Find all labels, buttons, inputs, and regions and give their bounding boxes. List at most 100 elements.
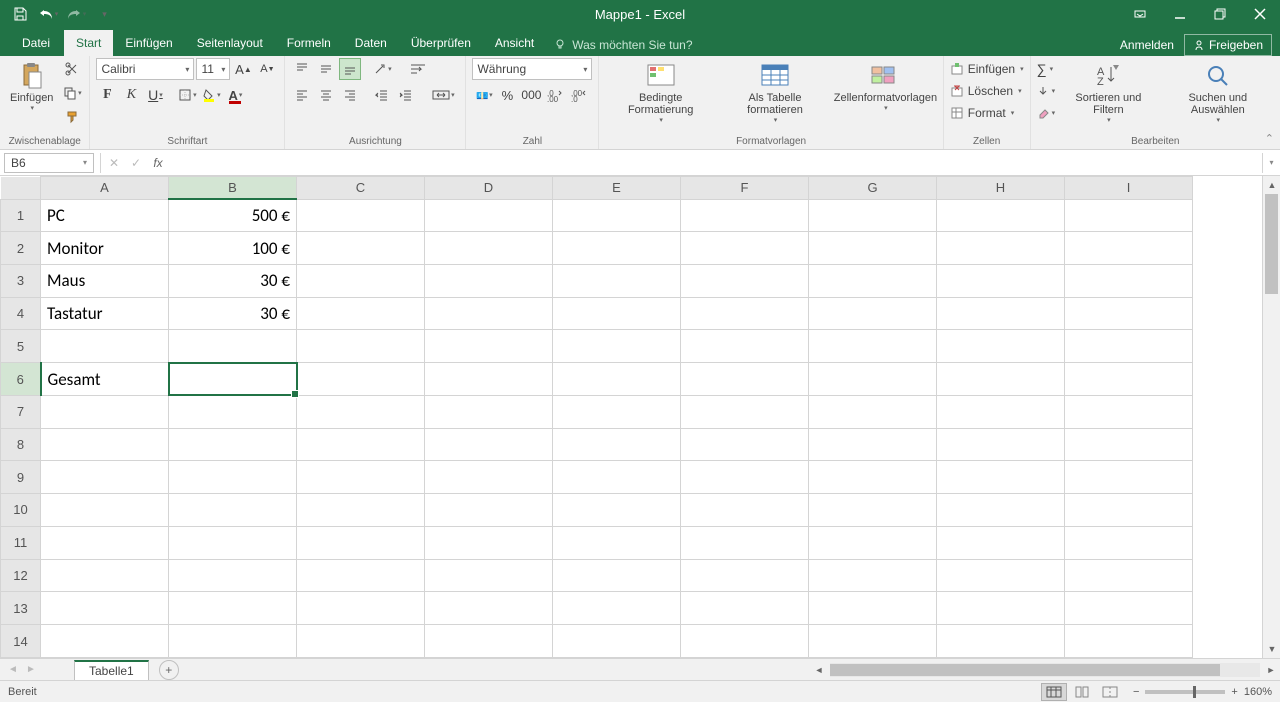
zoom-out-button[interactable]: − <box>1133 686 1139 698</box>
cell-A13[interactable] <box>41 592 169 625</box>
cell-C10[interactable] <box>297 494 425 527</box>
cell-B8[interactable] <box>169 428 297 461</box>
cell-A8[interactable] <box>41 428 169 461</box>
fill-button[interactable]: ▾ <box>1037 80 1056 102</box>
thousand-sep-button[interactable]: 000 <box>520 84 542 106</box>
italic-button[interactable]: K <box>120 84 142 106</box>
cell-E9[interactable] <box>553 461 681 494</box>
underline-button[interactable]: U▾ <box>144 84 166 106</box>
cell-G7[interactable] <box>809 395 937 428</box>
cell-A1[interactable]: PC <box>41 199 169 232</box>
cell-H12[interactable] <box>937 559 1065 592</box>
cell-A9[interactable] <box>41 461 169 494</box>
cell-H1[interactable] <box>937 199 1065 232</box>
cell-E8[interactable] <box>553 428 681 461</box>
tab-file[interactable]: Datei <box>8 30 64 56</box>
tab-view[interactable]: Ansicht <box>483 30 546 56</box>
cell-F4[interactable] <box>681 297 809 330</box>
cell-D1[interactable] <box>425 199 553 232</box>
cell-H10[interactable] <box>937 494 1065 527</box>
cell-A12[interactable] <box>41 559 169 592</box>
font-color-button[interactable]: A▾ <box>224 84 246 106</box>
ribbon-options-icon[interactable] <box>1120 0 1160 28</box>
cell-F12[interactable] <box>681 559 809 592</box>
page-layout-view-button[interactable] <box>1069 683 1095 701</box>
col-header-B[interactable]: B <box>169 177 297 200</box>
percent-button[interactable]: % <box>496 84 518 106</box>
cell-H14[interactable] <box>937 625 1065 658</box>
accounting-format-button[interactable]: 💶▾ <box>472 84 494 106</box>
cell-H2[interactable] <box>937 232 1065 265</box>
add-sheet-button[interactable]: + <box>159 660 179 680</box>
col-header-D[interactable]: D <box>425 177 553 200</box>
cell-I3[interactable] <box>1065 264 1193 297</box>
hscroll-thumb[interactable] <box>830 664 1220 676</box>
bold-button[interactable]: F <box>96 84 118 106</box>
cell-G14[interactable] <box>809 625 937 658</box>
cell-F9[interactable] <box>681 461 809 494</box>
row-header-7[interactable]: 7 <box>1 395 41 428</box>
cell-G8[interactable] <box>809 428 937 461</box>
row-header-12[interactable]: 12 <box>1 559 41 592</box>
cell-B14[interactable] <box>169 625 297 658</box>
cell-E4[interactable] <box>553 297 681 330</box>
cell-D9[interactable] <box>425 461 553 494</box>
row-header-11[interactable]: 11 <box>1 526 41 559</box>
cell-G11[interactable] <box>809 526 937 559</box>
cell-A7[interactable] <box>41 395 169 428</box>
cell-E10[interactable] <box>553 494 681 527</box>
cell-I6[interactable] <box>1065 363 1193 396</box>
align-top-button[interactable] <box>291 58 313 80</box>
align-center-button[interactable] <box>315 84 337 106</box>
cell-H8[interactable] <box>937 428 1065 461</box>
sort-filter-button[interactable]: AZ Sortieren und Filtern▾ <box>1059 58 1157 126</box>
name-box[interactable]: B6▾ <box>4 153 94 173</box>
normal-view-button[interactable] <box>1041 683 1067 701</box>
cell-C3[interactable] <box>297 264 425 297</box>
cell-B11[interactable] <box>169 526 297 559</box>
cell-B1[interactable]: 500 € <box>169 199 297 232</box>
cell-E13[interactable] <box>553 592 681 625</box>
cell-B2[interactable]: 100 € <box>169 232 297 265</box>
cell-F14[interactable] <box>681 625 809 658</box>
cell-I8[interactable] <box>1065 428 1193 461</box>
cell-A6[interactable]: Gesamt <box>41 363 169 396</box>
cell-C11[interactable] <box>297 526 425 559</box>
cell-I14[interactable] <box>1065 625 1193 658</box>
tab-formulas[interactable]: Formeln <box>275 30 343 56</box>
cell-B6[interactable] <box>169 363 297 396</box>
cell-D6[interactable] <box>425 363 553 396</box>
cell-D14[interactable] <box>425 625 553 658</box>
cell-B12[interactable] <box>169 559 297 592</box>
select-all-corner[interactable] <box>1 177 41 200</box>
cell-G1[interactable] <box>809 199 937 232</box>
clear-button[interactable]: ▾ <box>1037 102 1056 124</box>
col-header-H[interactable]: H <box>937 177 1065 200</box>
autosum-button[interactable]: ∑▾ <box>1037 58 1056 80</box>
cell-A5[interactable] <box>41 330 169 363</box>
cell-C4[interactable] <box>297 297 425 330</box>
cell-G9[interactable] <box>809 461 937 494</box>
row-header-2[interactable]: 2 <box>1 232 41 265</box>
col-header-G[interactable]: G <box>809 177 937 200</box>
align-left-button[interactable] <box>291 84 313 106</box>
row-header-4[interactable]: 4 <box>1 297 41 330</box>
font-size-combo[interactable]: 11▾ <box>196 58 230 80</box>
decrease-indent-button[interactable] <box>371 84 393 106</box>
decrease-decimal-button[interactable]: ,00,0 <box>568 84 590 106</box>
cell-D10[interactable] <box>425 494 553 527</box>
redo-button[interactable]: ▾ <box>64 2 88 26</box>
cell-G3[interactable] <box>809 264 937 297</box>
align-bottom-button[interactable] <box>339 58 361 80</box>
scroll-up-button[interactable]: ▲ <box>1263 176 1280 194</box>
vscroll-thumb[interactable] <box>1265 194 1278 294</box>
cut-button[interactable] <box>61 58 83 80</box>
cell-B5[interactable] <box>169 330 297 363</box>
cell-E11[interactable] <box>553 526 681 559</box>
cell-B13[interactable] <box>169 592 297 625</box>
row-header-9[interactable]: 9 <box>1 461 41 494</box>
horizontal-scrollbar[interactable]: ◄ ► <box>810 661 1280 679</box>
grow-font-button[interactable]: A▲ <box>232 58 254 80</box>
cell-G6[interactable] <box>809 363 937 396</box>
orientation-button[interactable]: ▾ <box>371 58 393 80</box>
